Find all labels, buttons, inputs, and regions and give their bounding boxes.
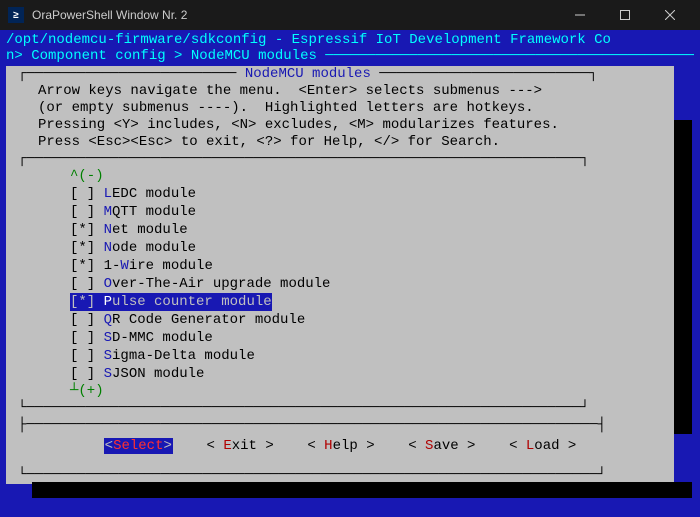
select-button[interactable]: <Select>	[104, 438, 173, 454]
module-item[interactable]: [ ] LEDC module	[70, 185, 674, 203]
module-label: et module	[112, 222, 188, 238]
scroll-down-indicator[interactable]: ┴(+)	[6, 383, 674, 400]
module-label: D-MMC module	[112, 330, 213, 346]
hotkey-letter: W	[120, 258, 128, 274]
menu-panel: ┌───────────────────────── NodeMCU modul…	[6, 66, 674, 484]
window-titlebar: ≥ OraPowerShell Window Nr. 2	[0, 0, 700, 30]
checkbox-marker: [ ]	[70, 186, 104, 202]
hotkey-letter: O	[104, 276, 112, 292]
inner-box-top: ┌───────────────────────────────────────…	[6, 151, 674, 168]
scroll-up-indicator[interactable]: ^(-)	[6, 168, 674, 185]
module-label: ode module	[112, 240, 196, 256]
panel-title: NodeMCU modules	[245, 66, 371, 82]
shadow-bottom	[32, 482, 692, 498]
hotkey-letter: L	[104, 186, 112, 202]
help-text-2: (or empty submenus ----). Highlighted le…	[6, 100, 674, 117]
checkbox-marker: [*]	[70, 222, 104, 238]
terminal: /opt/nodemcu-firmware/sdkconfig - Espres…	[0, 30, 700, 517]
module-item[interactable]: [*] Node module	[70, 239, 674, 257]
module-label: JSON module	[112, 366, 204, 382]
shadow-right	[674, 120, 692, 434]
button-bar: <Select> < Exit > < Help > < Save > < Lo…	[6, 434, 674, 467]
load-button[interactable]: < Load >	[509, 438, 576, 454]
module-label: ver-The-Air upgrade module	[112, 276, 330, 292]
checkbox-marker: [ ]	[70, 348, 104, 364]
checkbox-marker: [*]	[70, 258, 104, 274]
panel-title-bar: ┌───────────────────────── NodeMCU modul…	[6, 66, 674, 83]
module-label: QTT module	[112, 204, 196, 220]
hotkey-letter: N	[104, 222, 112, 238]
checkbox-marker: [ ]	[70, 204, 104, 220]
help-text-1: Arrow keys navigate the menu. <Enter> se…	[6, 83, 674, 100]
window-title: OraPowerShell Window Nr. 2	[32, 8, 557, 22]
module-item[interactable]: [ ] SD-MMC module	[70, 329, 674, 347]
module-item[interactable]: [*] Net module	[70, 221, 674, 239]
checkbox-marker: [ ]	[70, 330, 104, 346]
hotkey-letter: Q	[104, 312, 112, 328]
checkbox-marker: [ ]	[70, 312, 104, 328]
module-item[interactable]: [*] 1-Wire module	[70, 257, 674, 275]
checkbox-marker: [ ]	[70, 366, 104, 382]
module-label: ulse counter module	[112, 294, 272, 310]
checkbox-marker: [ ]	[70, 276, 104, 292]
config-path: /opt/nodemcu-firmware/sdkconfig - Espres…	[6, 32, 694, 48]
module-item[interactable]: [ ] SJSON module	[70, 365, 674, 383]
help-text-3: Pressing <Y> includes, <N> excludes, <M>…	[6, 117, 674, 134]
maximize-button[interactable]	[602, 0, 647, 30]
window-controls	[557, 0, 692, 30]
save-button[interactable]: < Save >	[408, 438, 475, 454]
hotkey-letter: N	[104, 240, 112, 256]
module-list[interactable]: [ ] LEDC module[ ] MQTT module[*] Net mo…	[6, 185, 674, 383]
hotkey-letter: S	[104, 330, 112, 346]
module-item[interactable]: [*] Pulse counter module	[70, 293, 674, 311]
hotkey-letter: S	[104, 366, 112, 382]
help-text-4: Press <Esc><Esc> to exit, <?> for Help, …	[6, 134, 674, 151]
exit-button[interactable]: < Exit >	[207, 438, 274, 454]
module-label: igma-Delta module	[112, 348, 255, 364]
module-item[interactable]: [ ] Over-The-Air upgrade module	[70, 275, 674, 293]
breadcrumb: n> Component config > NodeMCU modules ──…	[6, 48, 694, 64]
powershell-icon: ≥	[8, 7, 24, 23]
checkbox-marker: [*]	[70, 294, 104, 310]
module-label: EDC module	[112, 186, 196, 202]
module-label: ire module	[129, 258, 213, 274]
module-item[interactable]: [ ] Sigma-Delta module	[70, 347, 674, 365]
module-item[interactable]: [ ] QR Code Generator module	[70, 311, 674, 329]
close-button[interactable]	[647, 0, 692, 30]
checkbox-marker: [*]	[70, 240, 104, 256]
hotkey-letter: S	[104, 348, 112, 364]
inner-box-bottom: └───────────────────────────────────────…	[6, 400, 674, 417]
hotkey-letter: P	[104, 294, 112, 310]
help-button[interactable]: < Help >	[307, 438, 374, 454]
module-label: R Code Generator module	[112, 312, 305, 328]
panel-bottom-border: ├───────────────────────────────────────…	[6, 417, 674, 434]
module-item[interactable]: [ ] MQTT module	[70, 203, 674, 221]
minimize-button[interactable]	[557, 0, 602, 30]
hotkey-letter: M	[104, 204, 112, 220]
